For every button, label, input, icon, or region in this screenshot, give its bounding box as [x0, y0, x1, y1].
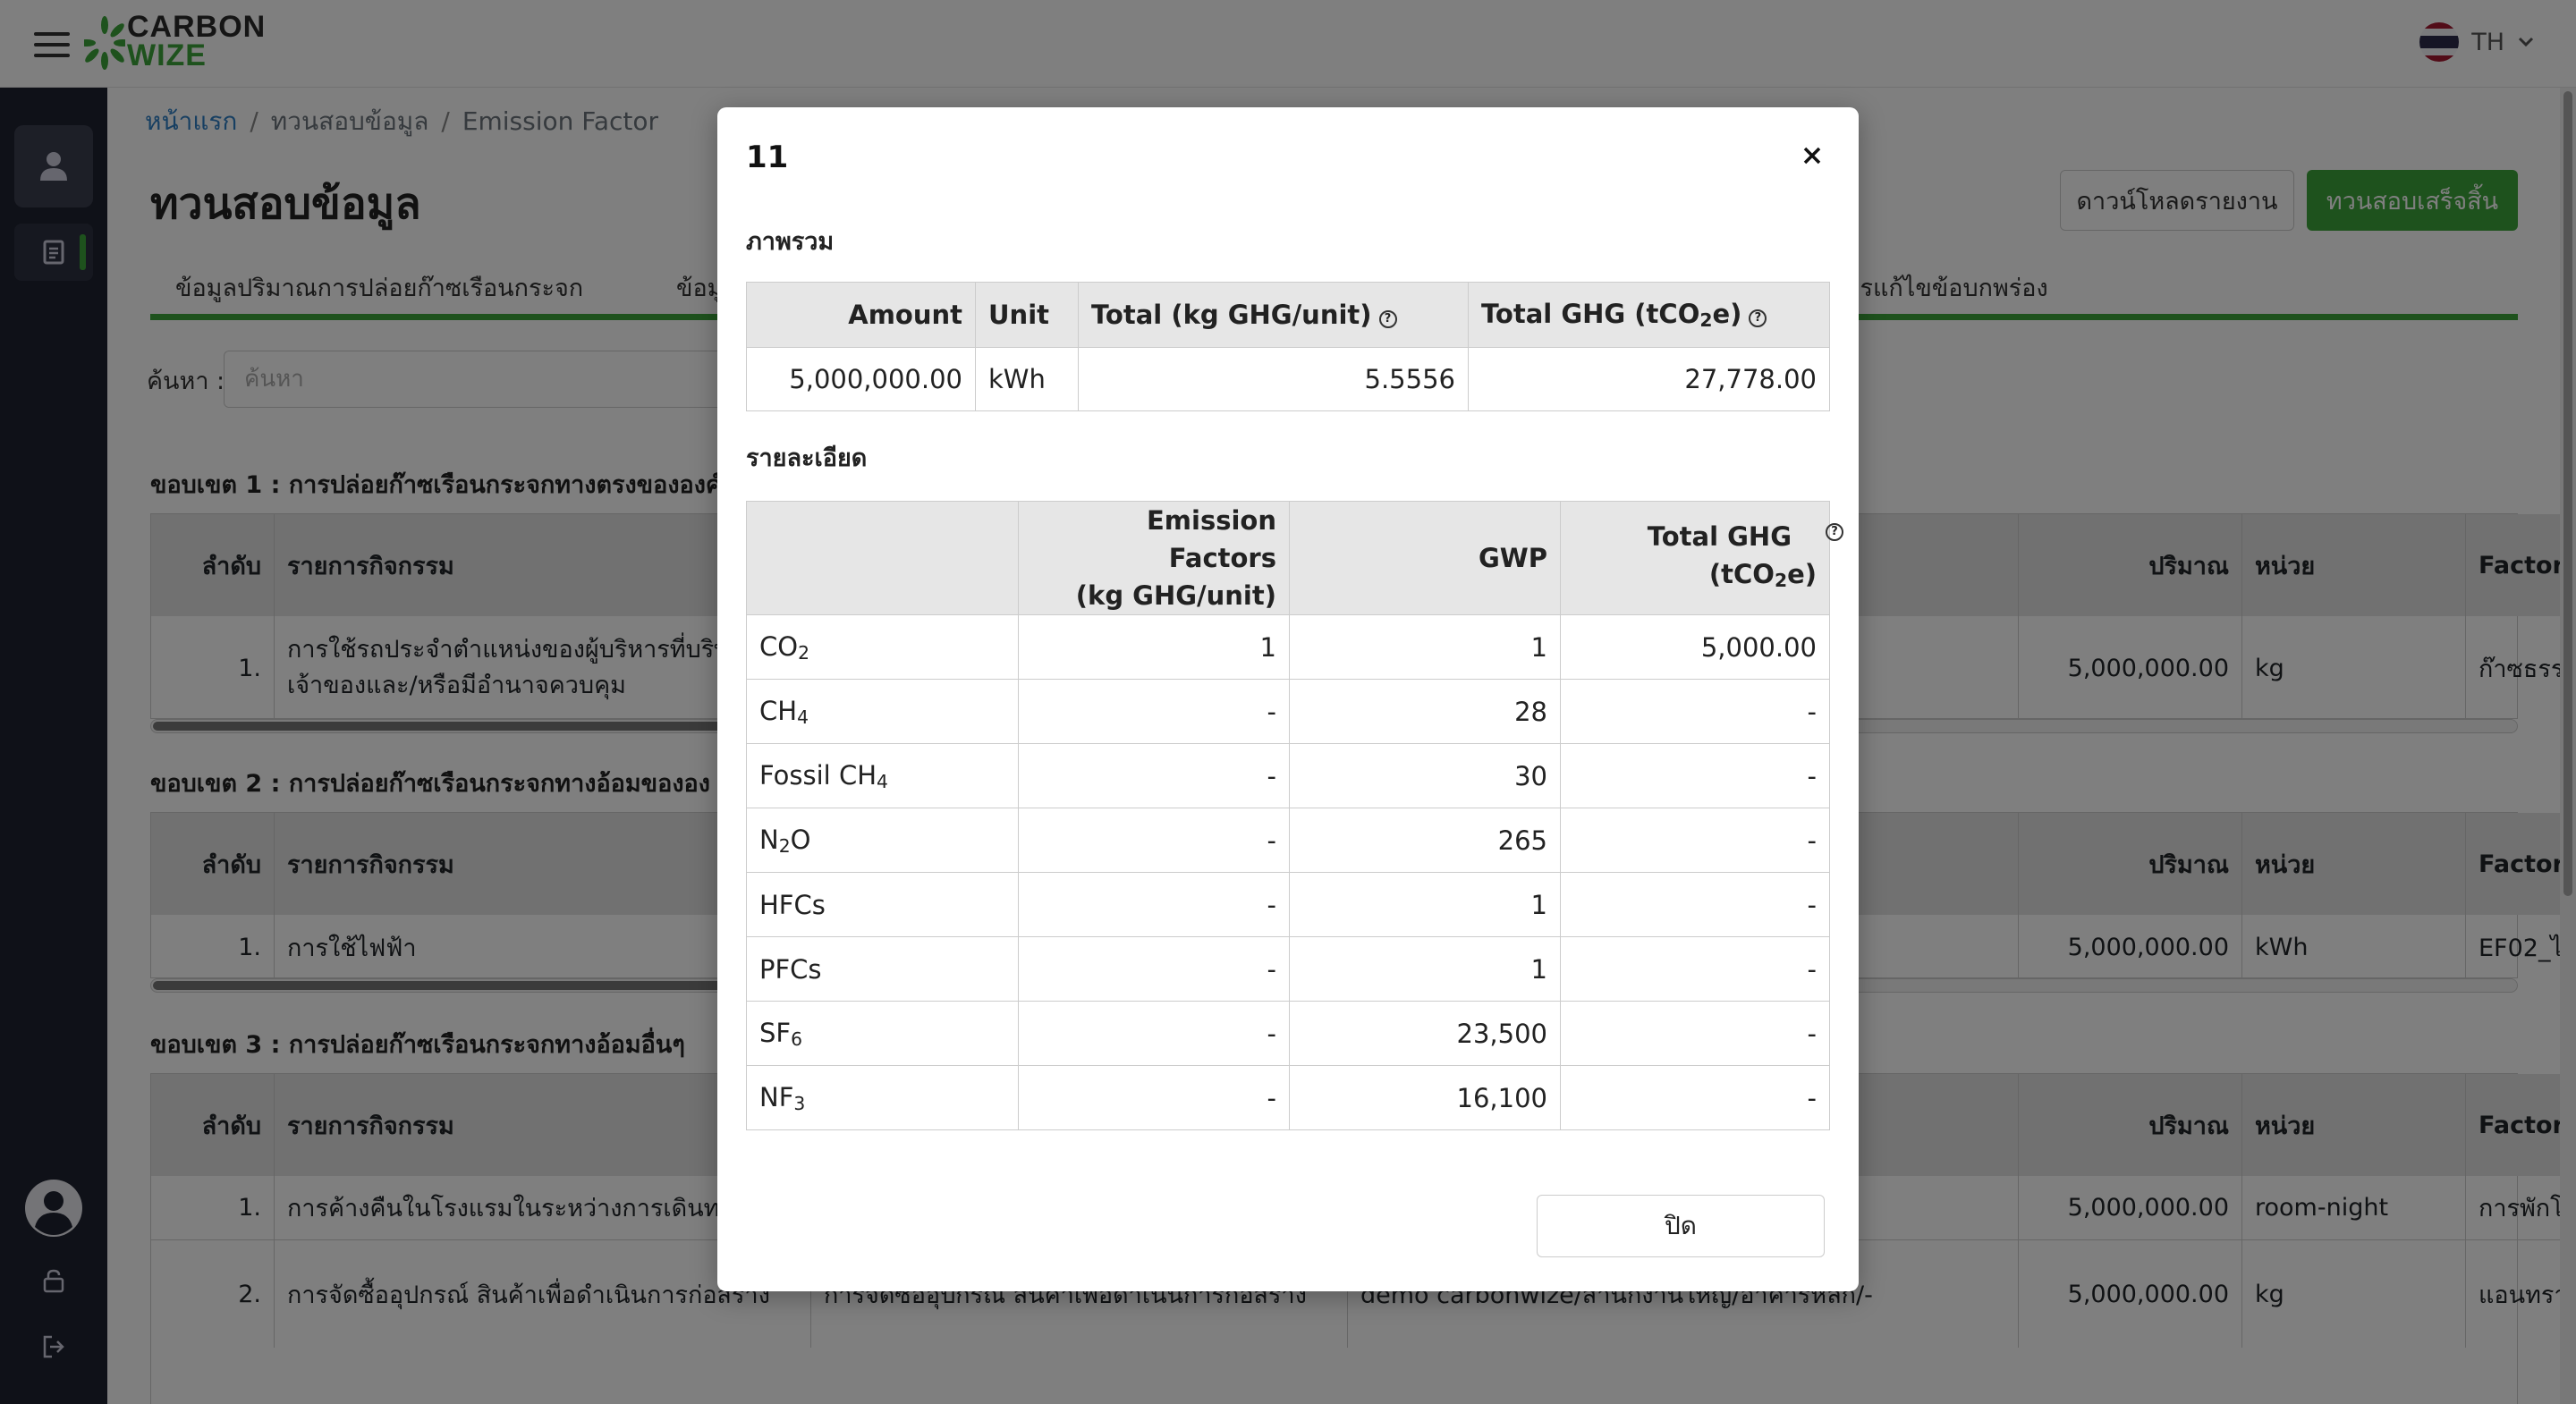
total-label-line1: Total GHG — [1647, 520, 1792, 552]
help-icon[interactable]: ? — [1826, 522, 1843, 541]
summary-table: Amount Unit Total (kg GHG/unit)? Total G… — [746, 282, 1830, 411]
emission-factor-modal: 11 ภาพรวม Amount Unit Total (kg GHG/unit… — [717, 107, 1859, 1291]
detail-table: Emission Factors (kg GHG/unit) GWP Total … — [746, 501, 1843, 1130]
col-emission-factor: Emission Factors (kg GHG/unit) — [1018, 501, 1290, 615]
col-total-unit-label: Total (kg GHG/unit) — [1091, 300, 1372, 330]
gas-name: PFCs — [746, 936, 1019, 1002]
ef-label-line1: Emission Factors — [1147, 505, 1276, 573]
gas-ef: - — [1018, 743, 1290, 808]
gas-ef: - — [1018, 936, 1290, 1002]
gas-total: - — [1560, 743, 1830, 808]
gas-formula: CH — [759, 695, 798, 726]
total-ghg-label: Total GHG (tCO — [1481, 299, 1700, 329]
gas-subscript: 4 — [877, 770, 888, 792]
gas-formula: N — [759, 824, 779, 855]
gas-subscript: 2 — [778, 834, 791, 857]
gas-row: NF3-16,100- — [746, 1065, 1830, 1130]
gas-row: PFCs -1- — [746, 936, 1830, 1002]
gas-total: - — [1560, 1065, 1830, 1130]
gas-name: SF6 — [746, 1001, 1019, 1066]
gas-formula: SF — [759, 1017, 792, 1048]
gas-gwp: 16,100 — [1289, 1065, 1561, 1130]
gas-gwp: 265 — [1289, 808, 1561, 873]
modal-title: 11 — [746, 140, 789, 175]
gas-row: CO2 1 1 5,000.00 — [746, 614, 1830, 680]
help-icon[interactable]: ? — [1378, 310, 1397, 328]
gas-gwp: 1 — [1289, 872, 1561, 937]
ef-label-line2: (kg GHG/unit) — [1075, 580, 1276, 611]
col-gwp: GWP — [1289, 501, 1561, 615]
total-label-line2: (tCO — [1708, 558, 1775, 589]
summary-header-row: Amount Unit Total (kg GHG/unit)? Total G… — [746, 282, 1830, 348]
gas-subscript: 2 — [798, 641, 809, 664]
col-total-ghg: Total GHG (tCO2e)? — [1468, 282, 1830, 348]
total-ghg-label-end: e) — [1712, 299, 1742, 329]
gas-formula-end: O — [790, 824, 811, 855]
gas-gwp: 23,500 — [1289, 1001, 1561, 1066]
gas-name: HFCs — [746, 872, 1019, 937]
total-label-line2-end: e) — [1787, 558, 1817, 589]
summary-unit: kWh — [975, 347, 1079, 411]
gas-row: Fossil CH4-30- — [746, 743, 1830, 808]
summary-total-ghg: 27,778.00 — [1468, 347, 1830, 411]
close-x-glyph — [1803, 147, 1821, 165]
close-icon[interactable] — [1794, 138, 1830, 173]
gas-gwp: 1 — [1289, 614, 1561, 680]
gas-name: CH4 — [746, 679, 1019, 744]
col-gas — [746, 501, 1019, 615]
close-button[interactable]: ปิด — [1537, 1195, 1825, 1257]
gas-subscript: 4 — [797, 706, 809, 728]
gas-ef: - — [1018, 872, 1290, 937]
gas-total: - — [1560, 679, 1830, 744]
total-label-subscript: 2 — [1774, 569, 1788, 591]
gas-formula: NF — [759, 1081, 794, 1112]
gas-subscript: 3 — [793, 1092, 806, 1114]
gas-row: CH4-28- — [746, 679, 1830, 744]
gas-gwp: 28 — [1289, 679, 1561, 744]
gas-total: - — [1560, 1001, 1830, 1066]
summary-heading: ภาพรวม — [746, 228, 835, 256]
gas-total: - — [1560, 872, 1830, 937]
gas-total: - — [1560, 808, 1830, 873]
gas-ef: 1 — [1018, 614, 1290, 680]
summary-total-unit: 5.5556 — [1078, 347, 1469, 411]
col-total-unit: Total (kg GHG/unit)? — [1078, 282, 1469, 348]
total-ghg-subscript: 2 — [1699, 309, 1713, 331]
gas-formula: PFCs — [759, 953, 822, 985]
gas-subscript: 6 — [791, 1028, 802, 1050]
summary-amount: 5,000,000.00 — [746, 347, 976, 411]
gas-name: CO2 — [746, 614, 1019, 680]
detail-heading: รายละเอียด — [746, 444, 868, 472]
gas-row: SF6-23,500- — [746, 1001, 1830, 1066]
summary-row: 5,000,000.00 kWh 5.5556 27,778.00 — [746, 347, 1830, 411]
gas-ef: - — [1018, 1065, 1290, 1130]
gas-gwp: 30 — [1289, 743, 1561, 808]
gas-rows: CO2 1 1 5,000.00 CH4-28- Fossil CH4-30- N2O -26… — [746, 614, 1830, 1130]
gas-formula: HFCs — [759, 889, 826, 920]
help-icon[interactable]: ? — [1749, 309, 1767, 327]
col-total-ghg: Total GHG? (tCO2e) ? — [1560, 501, 1843, 615]
col-amount: Amount — [746, 282, 976, 348]
gas-name: Fossil CH4 — [746, 743, 1019, 808]
detail-header-row: Emission Factors (kg GHG/unit) GWP Total … — [746, 501, 1843, 615]
col-unit: Unit — [975, 282, 1079, 348]
gas-formula: CO — [759, 630, 799, 662]
gas-name: N2O — [746, 808, 1019, 873]
gas-ef: - — [1018, 679, 1290, 744]
gas-ef: - — [1018, 808, 1290, 873]
gas-row: N2O -265- — [746, 808, 1830, 873]
gas-gwp: 1 — [1289, 936, 1561, 1002]
gas-ef: - — [1018, 1001, 1290, 1066]
gas-name: NF3 — [746, 1065, 1019, 1130]
gas-total: 5,000.00 — [1560, 614, 1830, 680]
gas-formula: Fossil CH — [759, 759, 877, 791]
gas-row: HFCs -1- — [746, 872, 1830, 937]
gas-total: - — [1560, 936, 1830, 1002]
